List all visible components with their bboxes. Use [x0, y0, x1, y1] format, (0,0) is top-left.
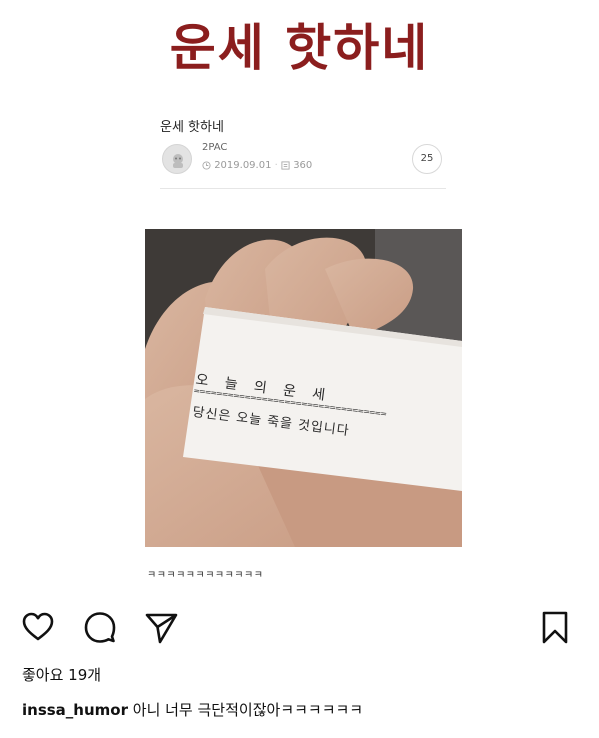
- avatar-icon: [173, 154, 183, 168]
- author-row: 2PAC 2019.09.01 · 360 25: [160, 138, 446, 186]
- post-date: 2019.09.01: [214, 160, 272, 171]
- username[interactable]: inssa_humor: [22, 701, 128, 719]
- comment-count-badge[interactable]: 25: [412, 144, 442, 174]
- ig-caption: inssa_humor 아니 너무 극단적이잖아ㅋㅋㅋㅋㅋㅋ: [22, 699, 363, 720]
- comment-button[interactable]: [82, 609, 118, 645]
- comment-bubble-icon: [84, 612, 116, 643]
- likes-count[interactable]: 좋아요 19개: [22, 664, 101, 685]
- share-button[interactable]: [143, 609, 179, 645]
- divider: [160, 188, 446, 189]
- post-views: 360: [293, 160, 313, 171]
- views-icon: [281, 161, 290, 170]
- action-bar: [0, 605, 599, 649]
- caption-text: 아니 너무 극단적이잖아ㅋㅋㅋㅋㅋㅋ: [128, 701, 364, 719]
- clock-icon: [202, 161, 211, 170]
- heart-icon: [22, 612, 54, 641]
- post-caption: ㅋㅋㅋㅋㅋㅋㅋㅋㅋㅋㅋㅋ: [147, 570, 264, 581]
- save-button[interactable]: [537, 609, 573, 645]
- author-name[interactable]: 2PAC: [202, 142, 227, 153]
- banner-title: 운세 핫하네: [169, 18, 430, 77]
- post-photo: 오 늘 의 운 세 ==============================…: [145, 229, 462, 547]
- post-title: 운세 핫하네: [160, 120, 224, 135]
- like-button[interactable]: [20, 609, 56, 645]
- paper-plane-icon: [145, 613, 178, 644]
- avatar[interactable]: [162, 144, 192, 174]
- bookmark-icon: [542, 611, 568, 644]
- post-meta: 2019.09.01 · 360: [202, 160, 312, 172]
